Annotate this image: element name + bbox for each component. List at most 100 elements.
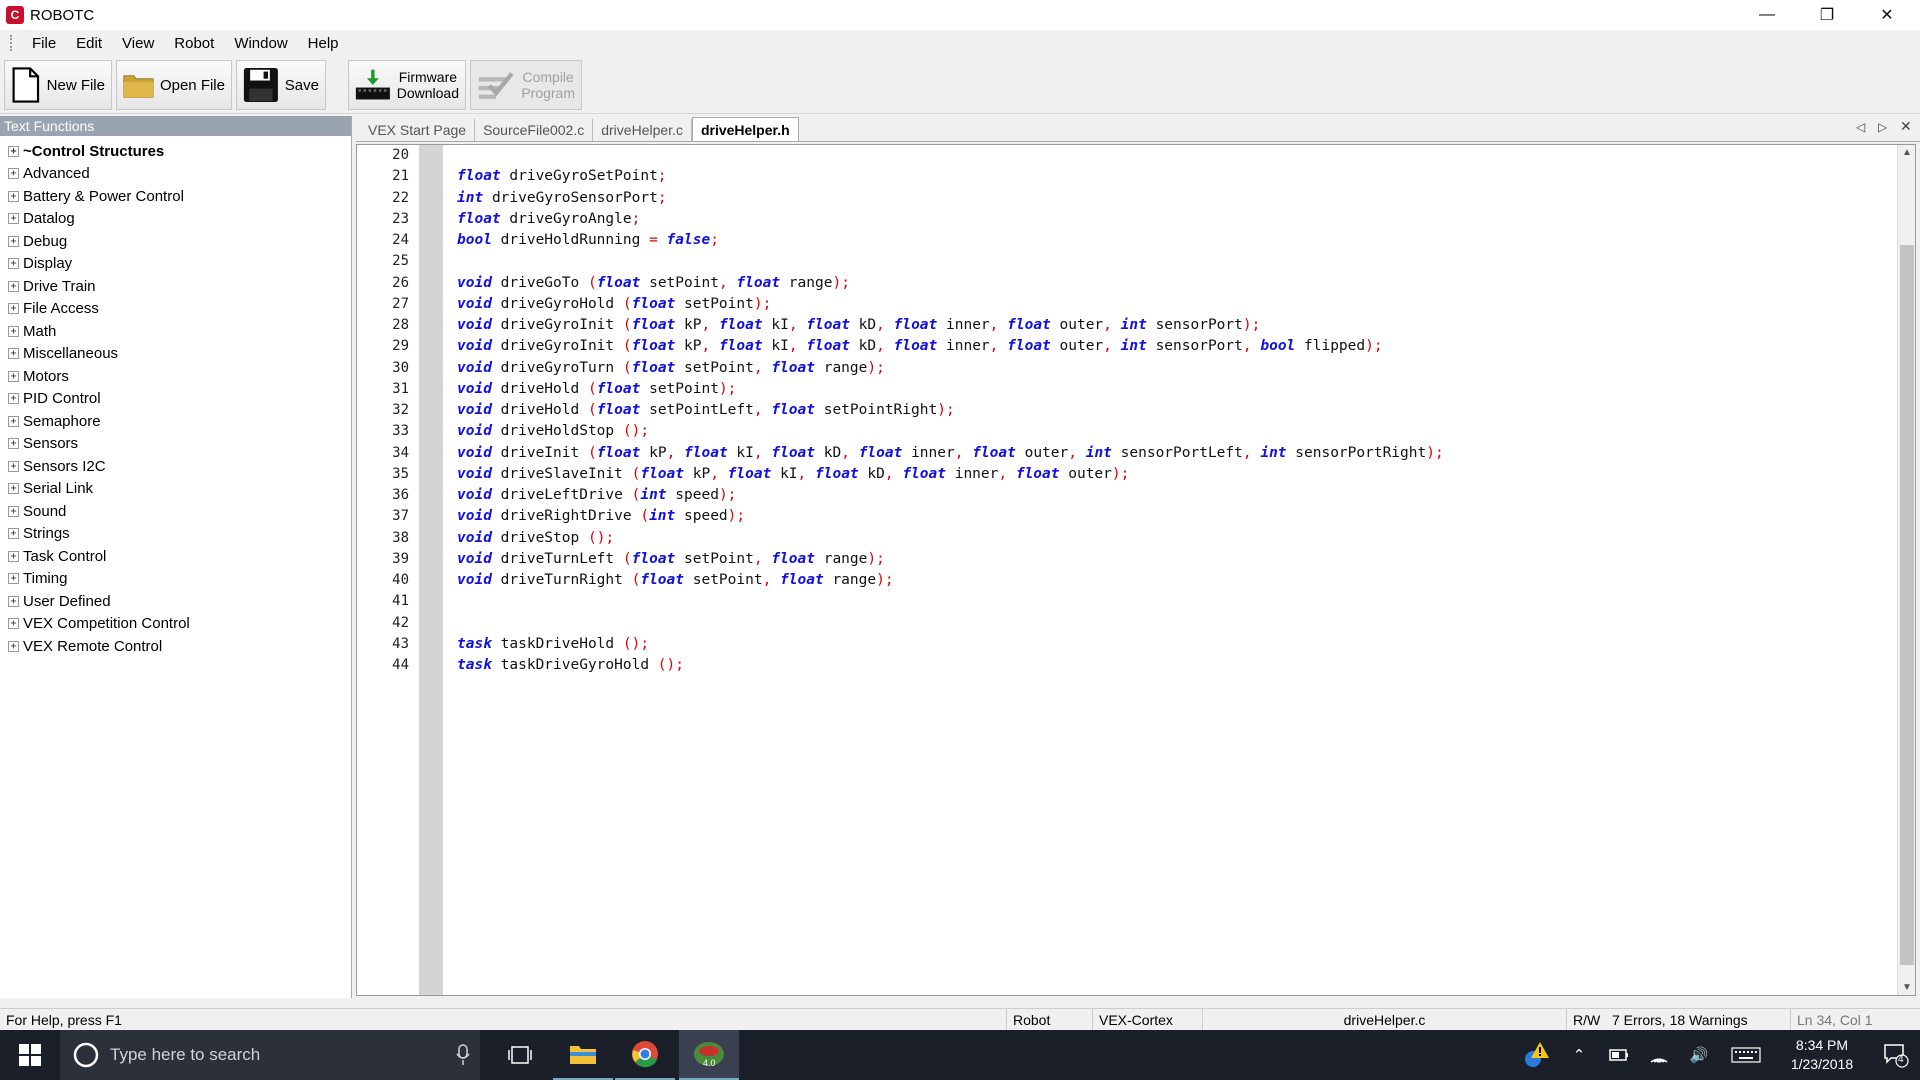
clock[interactable]: 8:34 PM 1/23/2018 — [1772, 1030, 1872, 1080]
code-line[interactable]: void driveHold (float setPointLeft, floa… — [457, 400, 1444, 421]
task-view-icon[interactable] — [490, 1030, 550, 1080]
code-line[interactable]: void driveTurnRight (float setPoint, flo… — [457, 570, 1444, 591]
code-text[interactable]: float driveGyroSetPoint; int driveGyroSen… — [457, 145, 1444, 676]
menu-view[interactable]: View — [112, 35, 164, 52]
robotc-taskbar-icon[interactable]: 4.0 — [679, 1030, 739, 1080]
tree-item[interactable]: + Datalog — [0, 208, 351, 231]
expand-icon[interactable]: + — [8, 190, 19, 202]
battery-icon[interactable] — [1604, 1030, 1634, 1080]
expand-icon[interactable]: + — [8, 325, 19, 337]
code-line[interactable] — [457, 145, 1444, 166]
code-line[interactable]: task taskDriveGyroHold (); — [457, 655, 1444, 676]
tree-item[interactable]: + ~Control Structures — [0, 140, 351, 163]
tree-item[interactable]: + Debug — [0, 230, 351, 253]
code-line[interactable]: void driveTurnLeft (float setPoint, floa… — [457, 549, 1444, 570]
expand-icon[interactable]: + — [8, 393, 19, 405]
expand-icon[interactable]: + — [8, 550, 19, 562]
code-line[interactable]: void driveGyroInit (float kP, float kI, … — [457, 336, 1444, 357]
expand-icon[interactable]: + — [8, 303, 19, 315]
expand-icon[interactable]: + — [8, 573, 19, 585]
tree-item[interactable]: + Sensors I2C — [0, 455, 351, 478]
tree-item[interactable]: + Serial Link — [0, 478, 351, 501]
expand-icon[interactable]: + — [8, 145, 19, 157]
tree-item[interactable]: + Math — [0, 320, 351, 343]
expand-icon[interactable]: + — [8, 370, 19, 382]
expand-icon[interactable]: + — [8, 528, 19, 540]
tree-item[interactable]: + VEX Remote Control — [0, 635, 351, 658]
expand-icon[interactable]: + — [8, 258, 19, 270]
new-file-button[interactable]: New File — [4, 60, 112, 110]
code-line[interactable]: bool driveHoldRunning = false; — [457, 230, 1444, 251]
expand-icon[interactable]: + — [8, 280, 19, 292]
restore-button[interactable]: ❐ — [1804, 0, 1850, 30]
keyboard-icon[interactable] — [1726, 1030, 1766, 1080]
tree-item[interactable]: + Timing — [0, 568, 351, 591]
expand-icon[interactable]: + — [8, 168, 19, 180]
menu-robot[interactable]: Robot — [164, 35, 224, 52]
close-tab-icon[interactable]: ✕ — [1900, 118, 1912, 135]
expand-icon[interactable]: + — [8, 213, 19, 225]
tree-item[interactable]: + File Access — [0, 298, 351, 321]
tree-item[interactable]: + Motors — [0, 365, 351, 388]
code-line[interactable]: void driveInit (float kP, float kI, floa… — [457, 443, 1444, 464]
code-line[interactable]: task taskDriveHold (); — [457, 634, 1444, 655]
code-line[interactable] — [457, 591, 1444, 612]
code-line[interactable]: void driveHold (float setPoint); — [457, 379, 1444, 400]
show-hidden-icons-icon[interactable]: ⌃ — [1564, 1030, 1594, 1080]
expand-icon[interactable]: + — [8, 505, 19, 517]
code-line[interactable]: void driveHoldStop (); — [457, 421, 1444, 442]
volume-icon[interactable]: 🔊 — [1684, 1030, 1714, 1080]
tab-scroll-right-icon[interactable]: ▷ — [1878, 120, 1887, 134]
file-explorer-icon[interactable] — [553, 1030, 613, 1080]
close-button[interactable]: ✕ — [1864, 0, 1910, 30]
tree-item[interactable]: + PID Control — [0, 388, 351, 411]
microphone-icon[interactable] — [456, 1044, 470, 1066]
expand-icon[interactable]: + — [8, 438, 19, 450]
compile-program-button[interactable]: Compile Program — [470, 60, 582, 110]
expand-icon[interactable]: + — [8, 415, 19, 427]
expand-icon[interactable]: + — [8, 640, 19, 652]
tree-item[interactable]: + Sound — [0, 500, 351, 523]
taskbar-search-box[interactable]: Type here to search — [60, 1030, 480, 1080]
warning-tray-icon[interactable] — [1520, 1030, 1554, 1080]
code-line[interactable]: void driveSlaveInit (float kP, float kI,… — [457, 464, 1444, 485]
breakpoint-margin[interactable] — [419, 145, 443, 995]
tree-item[interactable]: + User Defined — [0, 590, 351, 613]
code-line[interactable]: void driveGoTo (float setPoint, float ra… — [457, 273, 1444, 294]
code-editor[interactable]: 20 21 22 23 24 25 26 27 28 29 30 31 32 33 34 35 36 37 38 39… — [356, 144, 1916, 996]
code-line[interactable] — [457, 613, 1444, 634]
expand-icon[interactable]: + — [8, 348, 19, 360]
menu-help[interactable]: Help — [298, 35, 349, 52]
expand-icon[interactable]: + — [8, 460, 19, 472]
tree-item[interactable]: + Display — [0, 253, 351, 276]
menu-window[interactable]: Window — [224, 35, 297, 52]
tree-item[interactable]: + Miscellaneous — [0, 343, 351, 366]
save-button[interactable]: Save — [236, 60, 326, 110]
code-line[interactable]: float driveGyroSetPoint; — [457, 166, 1444, 187]
expand-icon[interactable]: + — [8, 595, 19, 607]
code-line[interactable]: void driveGyroHold (float setPoint); — [457, 294, 1444, 315]
tab-scroll-left-icon[interactable]: ◁ — [1856, 120, 1865, 134]
start-button[interactable] — [0, 1030, 60, 1080]
firmware-download-button[interactable]: Firmware Download — [348, 60, 466, 110]
code-line[interactable]: int driveGyroSensorPort; — [457, 188, 1444, 209]
expand-icon[interactable]: + — [8, 483, 19, 495]
action-center-icon[interactable]: 4 — [1872, 1030, 1920, 1080]
code-line[interactable]: void driveLeftDrive (int speed); — [457, 485, 1444, 506]
scroll-down-icon[interactable]: ▼ — [1898, 982, 1916, 993]
code-line[interactable]: float driveGyroAngle; — [457, 209, 1444, 230]
tab-vex-start-page[interactable]: VEX Start Page — [360, 119, 476, 141]
open-file-button[interactable]: Open File — [116, 60, 232, 110]
code-line[interactable]: void driveGyroTurn (float setPoint, floa… — [457, 358, 1444, 379]
code-line[interactable]: void driveGyroInit (float kP, float kI, … — [457, 315, 1444, 336]
scrollbar-thumb[interactable] — [1900, 245, 1914, 965]
menu-file[interactable]: File — [22, 35, 66, 52]
tab-drivehelper-c[interactable]: driveHelper.c — [593, 119, 692, 141]
tab-sourcefile002[interactable]: SourceFile002.c — [475, 119, 594, 141]
tab-drivehelper-h[interactable]: driveHelper.h — [691, 117, 799, 141]
tree-item[interactable]: + Sensors — [0, 433, 351, 456]
minimize-button[interactable]: — — [1744, 0, 1790, 30]
code-line[interactable]: void driveRightDrive (int speed); — [457, 506, 1444, 527]
expand-icon[interactable]: + — [8, 235, 19, 247]
code-line[interactable] — [457, 251, 1444, 272]
